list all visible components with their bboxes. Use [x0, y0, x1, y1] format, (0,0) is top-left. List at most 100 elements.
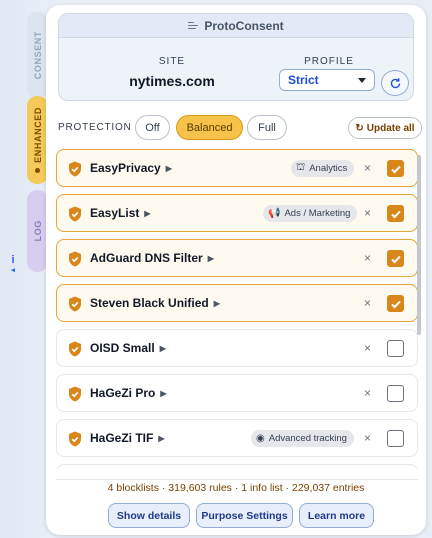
shield-icon [69, 161, 81, 177]
shield-icon [69, 341, 81, 357]
enable-checkbox[interactable] [387, 385, 404, 402]
expand-arrow-icon[interactable]: ▶ [166, 164, 172, 173]
enable-checkbox[interactable] [387, 205, 404, 222]
expand-arrow-icon[interactable]: ▶ [144, 209, 150, 218]
blocklist-name-text: HaGeZi TIF [90, 431, 154, 445]
check-icon [390, 210, 401, 219]
category-tag: ◉ Advanced tracking [251, 430, 354, 447]
tab-log-label: LOG [32, 220, 43, 242]
blocklist-name[interactable]: OISD Small ▶ [90, 341, 166, 355]
tab-consent[interactable]: CONSENT [27, 12, 48, 98]
app-title-bar: ProtoConsent [59, 14, 413, 38]
expand-arrow-icon[interactable]: ▶ [160, 389, 166, 398]
enable-checkbox[interactable] [387, 295, 404, 312]
blocklist-name[interactable]: HaGeZi TIF ▶ [90, 431, 165, 445]
logo-icon [188, 21, 199, 31]
collapse-arrow-icon: ◂ [11, 267, 15, 274]
main-panel: ProtoConsent SITE nytimes.com PROFILE St… [46, 5, 426, 535]
blocklist-name[interactable]: HaGeZi Pro ▶ [90, 386, 167, 400]
tab-log[interactable]: LOG [27, 190, 48, 272]
remove-icon[interactable]: × [364, 161, 371, 175]
remove-icon[interactable]: × [364, 386, 371, 400]
category-tag: 📢 Ads / Marketing [263, 205, 358, 222]
blocklist-name[interactable]: EasyList ▶ [90, 206, 151, 220]
profile-select[interactable]: Strict [279, 69, 375, 91]
shield-icon [69, 431, 81, 447]
category-tag-label: Analytics [309, 163, 348, 174]
shield-icon [69, 296, 81, 312]
blocklist-row[interactable]: EasyPrivacy ▶ ⛫ Analytics × [56, 149, 418, 187]
blocklist-row[interactable]: HaGeZi Pro ▶ × [56, 374, 418, 412]
blocklist-name[interactable]: Steven Black Unified ▶ [90, 296, 220, 310]
refresh-button[interactable] [381, 70, 409, 96]
shield-icon [69, 386, 81, 402]
blocklist-name-text: HaGeZi Pro [90, 386, 156, 400]
active-dot-icon [35, 168, 40, 174]
enable-checkbox[interactable] [387, 430, 404, 447]
divider [56, 479, 418, 480]
category-tag: ⛫ Analytics [291, 160, 355, 177]
blocklist-name[interactable]: EasyPrivacy ▶ [90, 161, 172, 175]
check-icon [390, 165, 401, 174]
blocklist-name-text: EasyList [90, 206, 140, 220]
enable-checkbox[interactable] [387, 250, 404, 267]
category-tag-label: Advanced tracking [268, 433, 347, 444]
check-icon [390, 300, 401, 309]
analytics-icon: ⛫ [296, 162, 306, 173]
blocklist-name[interactable]: AdGuard DNS Filter ▶ [90, 251, 214, 265]
remove-icon[interactable]: × [364, 431, 371, 445]
blocklist-name-text: AdGuard DNS Filter [90, 251, 203, 265]
blocklist-row[interactable]: HaGeZi TIF ▶ ◉ Advanced tracking × [56, 419, 418, 457]
protection-balanced-button[interactable]: Balanced [176, 115, 243, 140]
stats-summary: 4 blocklists · 319,603 rules · 1 info li… [107, 482, 365, 494]
update-all-label: Update all [366, 122, 415, 134]
info-glyph: i [11, 254, 15, 266]
protection-row: PROTECTION Off Balanced Full ↻ Update al… [58, 115, 422, 141]
expand-arrow-icon[interactable]: ▶ [160, 344, 166, 353]
site-value: nytimes.com [129, 73, 215, 89]
category-tag-label: Ads / Marketing [284, 208, 351, 219]
protection-label: PROTECTION [58, 122, 132, 133]
protection-off-button[interactable]: Off [135, 115, 170, 140]
blocklist-row[interactable]: Steven Black Unified ▶ × [56, 284, 418, 322]
shield-icon [69, 206, 81, 222]
tab-enhanced[interactable]: ENHANCED [27, 96, 48, 184]
tab-consent-label: CONSENT [32, 30, 43, 80]
caret-down-icon [358, 77, 366, 83]
remove-icon[interactable]: × [364, 251, 371, 265]
megaphone-icon: 📢 [268, 208, 281, 219]
refresh-icon [390, 77, 400, 88]
blocklist-row[interactable]: EasyList ▶ 📢 Ads / Marketing × [56, 194, 418, 232]
check-icon [390, 255, 401, 264]
scrollbar[interactable] [417, 155, 421, 335]
side-rail: i ◂ CONSENT ENHANCED LOG [0, 0, 50, 538]
expand-arrow-icon[interactable]: ▶ [158, 434, 164, 443]
expand-arrow-icon[interactable]: ▶ [208, 254, 214, 263]
info-icon[interactable]: i ◂ [8, 254, 18, 275]
site-section: SITE nytimes.com [59, 56, 285, 89]
profile-section: PROFILE Strict [279, 56, 379, 91]
profile-label: PROFILE [304, 56, 354, 67]
update-all-button[interactable]: ↻ Update all [348, 117, 422, 139]
enable-checkbox[interactable] [387, 340, 404, 357]
purpose-settings-button[interactable]: Purpose Settings [196, 503, 293, 528]
update-icon: ↻ [355, 122, 364, 134]
learn-more-button[interactable]: Learn more [299, 503, 374, 528]
blocklist-list: EasyPrivacy ▶ ⛫ Analytics × EasyList ▶ 📢 Ads / M… [56, 149, 418, 469]
show-details-button[interactable]: Show details [108, 503, 190, 528]
blocklist-row[interactable]: AdGuard DNS Filter ▶ × [56, 239, 418, 277]
profile-value: Strict [288, 73, 319, 87]
blocklist-row[interactable]: OISD Small ▶ × [56, 329, 418, 367]
expand-arrow-icon[interactable]: ▶ [214, 299, 220, 308]
blocklist-name-text: Steven Black Unified [90, 296, 209, 310]
enable-checkbox[interactable] [387, 160, 404, 177]
remove-icon[interactable]: × [364, 341, 371, 355]
blocklist-row-partial[interactable] [56, 464, 418, 469]
shield-icon [69, 251, 81, 267]
eye-icon: ◉ [256, 433, 265, 444]
site-label: SITE [158, 56, 186, 67]
remove-icon[interactable]: × [364, 296, 371, 310]
remove-icon[interactable]: × [364, 206, 371, 220]
header-card: ProtoConsent SITE nytimes.com PROFILE St… [58, 13, 414, 101]
protection-full-button[interactable]: Full [247, 115, 287, 140]
